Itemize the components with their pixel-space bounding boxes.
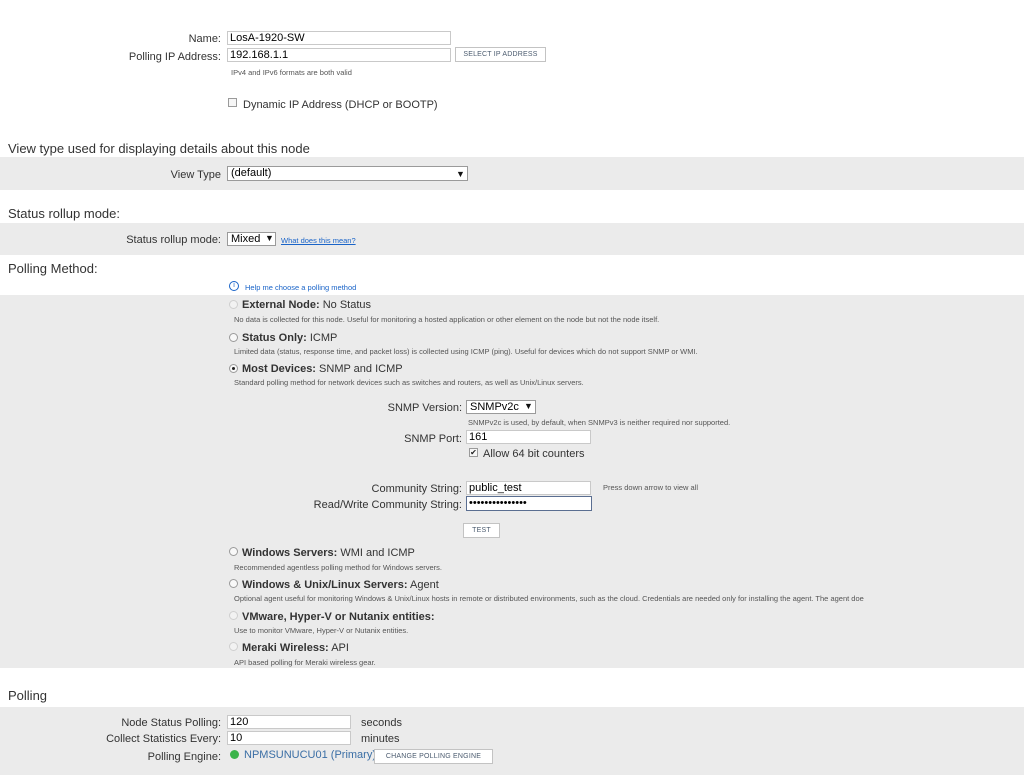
dynamic-ip-label: Dynamic IP Address (DHCP or BOOTP) (243, 99, 438, 111)
change-polling-engine-button[interactable]: CHANGE POLLING ENGINE (374, 749, 493, 764)
status-rollup-label: Status rollup mode: (126, 234, 221, 246)
view-type-select[interactable]: (default) (227, 166, 468, 181)
windows-servers-radio[interactable] (229, 547, 238, 556)
agent-subtitle: Agent (410, 579, 439, 591)
windows-servers-title: Windows Servers: (242, 547, 338, 559)
polling-ip-label: Polling IP Address: (128, 51, 221, 63)
node-status-polling-unit: seconds (361, 717, 402, 729)
select-ip-address-button[interactable]: SELECT IP ADDRESS (455, 47, 546, 62)
agent-description: Optional agent useful for monitoring Win… (234, 594, 864, 603)
most-devices-title: Most Devices: (242, 363, 316, 375)
vmware-description: Use to monitor VMware, Hyper-V or Nutani… (234, 626, 409, 635)
status-only-radio[interactable] (229, 333, 238, 342)
community-string-hint: Press down arrow to view all (603, 483, 699, 492)
most-devices-description: Standard polling method for network devi… (234, 378, 584, 387)
view-type-label: View Type (170, 169, 221, 181)
polling-engine-label: Polling Engine: (147, 751, 221, 763)
external-node-description: No data is collected for this node. Usef… (234, 315, 660, 324)
ip-format-hint: IPv4 and IPv6 formats are both valid (231, 68, 352, 77)
polling-ip-input[interactable]: 192.168.1.1 (227, 48, 451, 62)
vmware-radio[interactable] (229, 611, 238, 620)
snmp-version-hint: SNMPv2c is used, by default, when SNMPv3… (468, 418, 731, 427)
name-input[interactable]: LosA-1920-SW (227, 31, 451, 45)
meraki-description: API based polling for Meraki wireless ge… (234, 658, 376, 667)
status-rollup-chevron-down-icon: ▼ (265, 233, 274, 243)
meraki-radio[interactable] (229, 642, 238, 651)
view-type-section-title: View type used for displaying details ab… (8, 141, 310, 156)
vmware-option: VMware, Hyper-V or Nutanix entities: (242, 611, 435, 623)
community-string-label: Community String: (371, 483, 462, 495)
snmp-version-chevron-down-icon: ▼ (524, 401, 533, 411)
meraki-option: Meraki Wireless: API (242, 642, 349, 654)
view-type-value: (default) (231, 167, 272, 179)
most-devices-option: Most Devices: SNMP and ICMP (242, 363, 403, 375)
community-string-input[interactable]: public_test (466, 481, 591, 495)
status-rollup-section-title: Status rollup mode: (8, 206, 121, 221)
info-icon: i (229, 281, 239, 291)
snmp-port-label: SNMP Port: (404, 433, 462, 445)
snmp-version-value: SNMPv2c (470, 401, 519, 413)
agent-radio[interactable] (229, 579, 238, 588)
what-does-this-mean-link[interactable]: What does this mean? (281, 236, 356, 245)
external-node-radio[interactable] (229, 300, 238, 309)
windows-servers-option: Windows Servers: WMI and ICMP (242, 547, 415, 559)
collect-statistics-input[interactable]: 10 (227, 731, 351, 745)
vmware-title: VMware, Hyper-V or Nutanix entities: (242, 611, 435, 623)
meraki-title: Meraki Wireless: (242, 642, 329, 654)
rw-community-string-label: Read/Write Community String: (313, 499, 462, 511)
snmp-version-label: SNMP Version: (387, 402, 462, 414)
collect-statistics-label: Collect Statistics Every: (106, 733, 221, 745)
windows-servers-description: Recommended agentless polling method for… (234, 563, 443, 572)
external-node-subtitle: No Status (322, 299, 372, 311)
snmp-port-input[interactable]: 161 (466, 430, 591, 444)
most-devices-radio[interactable] (229, 364, 238, 373)
most-devices-subtitle: SNMP and ICMP (319, 363, 403, 375)
allow-64bit-label: Allow 64 bit counters (483, 448, 585, 460)
name-label: Name: (188, 33, 221, 45)
collect-statistics-unit: minutes (361, 733, 400, 745)
agent-title: Windows & Unix/Linux Servers: (242, 579, 408, 591)
view-type-band (0, 157, 1024, 190)
status-only-option: Status Only: ICMP (242, 332, 337, 344)
polling-method-section-title: Polling Method: (8, 261, 98, 276)
help-choose-polling-method-link[interactable]: Help me choose a polling method (245, 283, 356, 292)
external-node-option: External Node: No Status (242, 299, 371, 311)
status-only-subtitle: ICMP (309, 332, 338, 344)
meraki-subtitle: API (331, 642, 349, 654)
polling-engine-value: NPMSUNUCU01 (Primary) (244, 749, 377, 761)
node-status-polling-label: Node Status Polling: (121, 717, 221, 729)
dynamic-ip-checkbox[interactable] (228, 98, 237, 107)
external-node-title: External Node: (242, 299, 320, 311)
engine-status-icon (230, 750, 239, 759)
status-only-description: Limited data (status, response time, and… (234, 347, 698, 356)
test-button[interactable]: TEST (463, 523, 500, 538)
status-rollup-value: Mixed (231, 233, 261, 245)
windows-servers-subtitle: WMI and ICMP (340, 547, 415, 559)
node-status-polling-input[interactable]: 120 (227, 715, 351, 729)
agent-option: Windows & Unix/Linux Servers: Agent (242, 579, 439, 591)
allow-64bit-checkbox[interactable]: ✔ (469, 448, 478, 457)
status-only-title: Status Only: (242, 332, 307, 344)
view-type-chevron-down-icon: ▼ (456, 169, 465, 179)
polling-section-title: Polling (8, 688, 48, 703)
rw-community-string-input[interactable]: ••••••••••••••• (466, 496, 592, 511)
